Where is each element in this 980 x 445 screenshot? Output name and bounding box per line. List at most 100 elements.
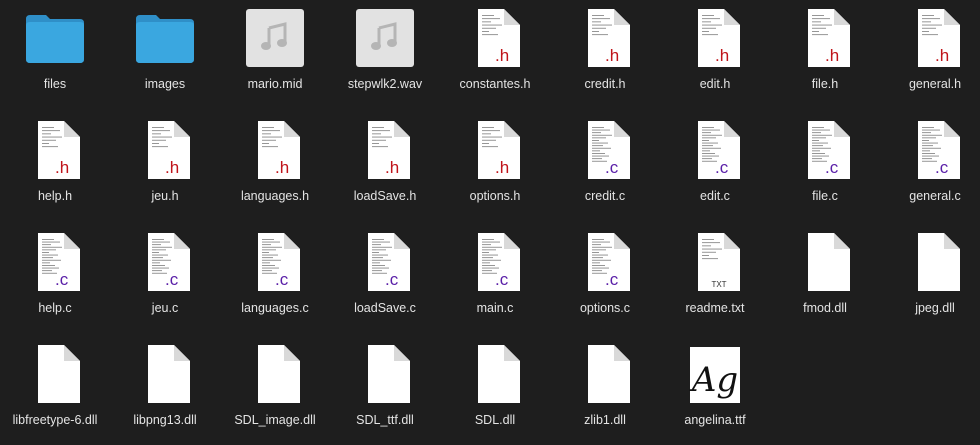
file-item[interactable]: files — [1, 5, 109, 105]
svg-text:.c: .c — [935, 158, 949, 177]
file-name-label: languages.h — [240, 189, 310, 203]
header-file-icon: .h — [242, 117, 308, 183]
c-source-file-icon: .c — [572, 229, 638, 295]
music-note-icon — [352, 5, 418, 71]
file-name-label: images — [144, 77, 186, 91]
music-note-icon — [242, 5, 308, 71]
file-item[interactable]: .h options.h — [441, 117, 549, 217]
file-item[interactable]: .c options.c — [551, 229, 659, 329]
file-name-label: general.h — [908, 77, 962, 91]
file-name-label: loadSave.h — [353, 189, 417, 203]
c-source-file-icon: .c — [792, 117, 858, 183]
file-name-label: angelina.ttf — [684, 413, 746, 427]
file-item[interactable]: .h file.h — [771, 5, 879, 105]
file-item[interactable]: .c languages.c — [221, 229, 329, 329]
svg-text:Ag: Ag — [689, 360, 738, 400]
c-source-file-icon: .c — [682, 117, 748, 183]
file-item[interactable]: .h credit.h — [551, 5, 659, 105]
file-item[interactable]: .c help.c — [1, 229, 109, 329]
file-item[interactable]: jpeg.dll — [881, 229, 980, 329]
file-name-label: main.c — [476, 301, 514, 315]
file-item[interactable]: libpng13.dll — [111, 341, 219, 441]
svg-text:.h: .h — [275, 158, 289, 177]
svg-text:.h: .h — [495, 158, 509, 177]
file-name-label: jeu.h — [151, 189, 179, 203]
c-source-file-icon: .c — [462, 229, 528, 295]
file-item[interactable]: mario.mid — [221, 5, 329, 105]
file-item[interactable]: .h general.h — [881, 5, 980, 105]
svg-text:.c: .c — [605, 270, 619, 289]
file-item[interactable]: Ag angelina.ttf — [661, 341, 769, 441]
file-item[interactable]: libfreetype-6.dll — [1, 341, 109, 441]
folder-icon — [22, 5, 88, 71]
file-name-label: loadSave.c — [354, 301, 416, 315]
file-item[interactable]: .h constantes.h — [441, 5, 549, 105]
svg-text:.c: .c — [495, 270, 509, 289]
file-name-label: credit.h — [584, 77, 626, 91]
font-preview-icon: Ag — [682, 341, 748, 407]
file-item[interactable]: SDL_ttf.dll — [331, 341, 439, 441]
file-name-label: libfreetype-6.dll — [12, 413, 98, 427]
blank-document-icon — [792, 229, 858, 295]
svg-text:.c: .c — [715, 158, 729, 177]
blank-document-icon — [132, 341, 198, 407]
file-item[interactable]: .c edit.c — [661, 117, 769, 217]
blank-document-icon — [352, 341, 418, 407]
header-file-icon: .h — [792, 5, 858, 71]
blank-document-icon — [462, 341, 528, 407]
c-source-file-icon: .c — [572, 117, 638, 183]
file-name-label: SDL_image.dll — [234, 413, 316, 427]
file-name-label: SDL_ttf.dll — [356, 413, 414, 427]
header-file-icon: .h — [902, 5, 968, 71]
file-item[interactable]: .h help.h — [1, 117, 109, 217]
file-item[interactable]: SDL.dll — [441, 341, 549, 441]
header-file-icon: .h — [462, 117, 528, 183]
file-item[interactable]: .h edit.h — [661, 5, 769, 105]
file-name-label: edit.c — [700, 189, 730, 203]
file-item[interactable]: fmod.dll — [771, 229, 879, 329]
blank-document-icon — [22, 341, 88, 407]
file-item[interactable]: stepwlk2.wav — [331, 5, 439, 105]
svg-text:.h: .h — [385, 158, 399, 177]
file-item[interactable]: images — [111, 5, 219, 105]
svg-text:.c: .c — [275, 270, 289, 289]
header-file-icon: .h — [352, 117, 418, 183]
file-item[interactable]: .c general.c — [881, 117, 980, 217]
svg-text:.h: .h — [825, 46, 839, 65]
file-item[interactable]: .h languages.h — [221, 117, 329, 217]
text-file-icon: TXT — [682, 229, 748, 295]
file-item[interactable]: .c main.c — [441, 229, 549, 329]
header-file-icon: .h — [132, 117, 198, 183]
c-source-file-icon: .c — [22, 229, 88, 295]
file-item[interactable]: TXT readme.txt — [661, 229, 769, 329]
file-item[interactable]: .c jeu.c — [111, 229, 219, 329]
svg-text:.h: .h — [55, 158, 69, 177]
header-file-icon: .h — [22, 117, 88, 183]
file-name-label: general.c — [909, 189, 961, 203]
file-name-label: file.h — [811, 77, 839, 91]
svg-text:.h: .h — [935, 46, 949, 65]
blank-document-icon — [572, 341, 638, 407]
file-item[interactable]: .c loadSave.c — [331, 229, 439, 329]
file-item[interactable]: .h loadSave.h — [331, 117, 439, 217]
svg-text:.h: .h — [715, 46, 729, 65]
c-source-file-icon: .c — [352, 229, 418, 295]
blank-document-icon — [902, 229, 968, 295]
svg-text:.h: .h — [495, 46, 509, 65]
svg-text:.c: .c — [165, 270, 179, 289]
file-name-label: mario.mid — [247, 77, 303, 91]
blank-document-icon — [242, 341, 308, 407]
file-item[interactable]: .c credit.c — [551, 117, 659, 217]
file-name-label: help.h — [37, 189, 73, 203]
file-item[interactable]: zlib1.dll — [551, 341, 659, 441]
file-item[interactable]: .c file.c — [771, 117, 879, 217]
file-item[interactable]: SDL_image.dll — [221, 341, 329, 441]
file-name-label: constantes.h — [459, 77, 531, 91]
file-name-label: stepwlk2.wav — [347, 77, 423, 91]
file-item[interactable]: .h jeu.h — [111, 117, 219, 217]
header-file-icon: .h — [682, 5, 748, 71]
c-source-file-icon: .c — [132, 229, 198, 295]
file-icon-grid: files images mario.mid stepwlk2.wav .h consta… — [0, 0, 980, 445]
file-name-label: file.c — [812, 189, 838, 203]
file-name-label: options.c — [579, 301, 631, 315]
